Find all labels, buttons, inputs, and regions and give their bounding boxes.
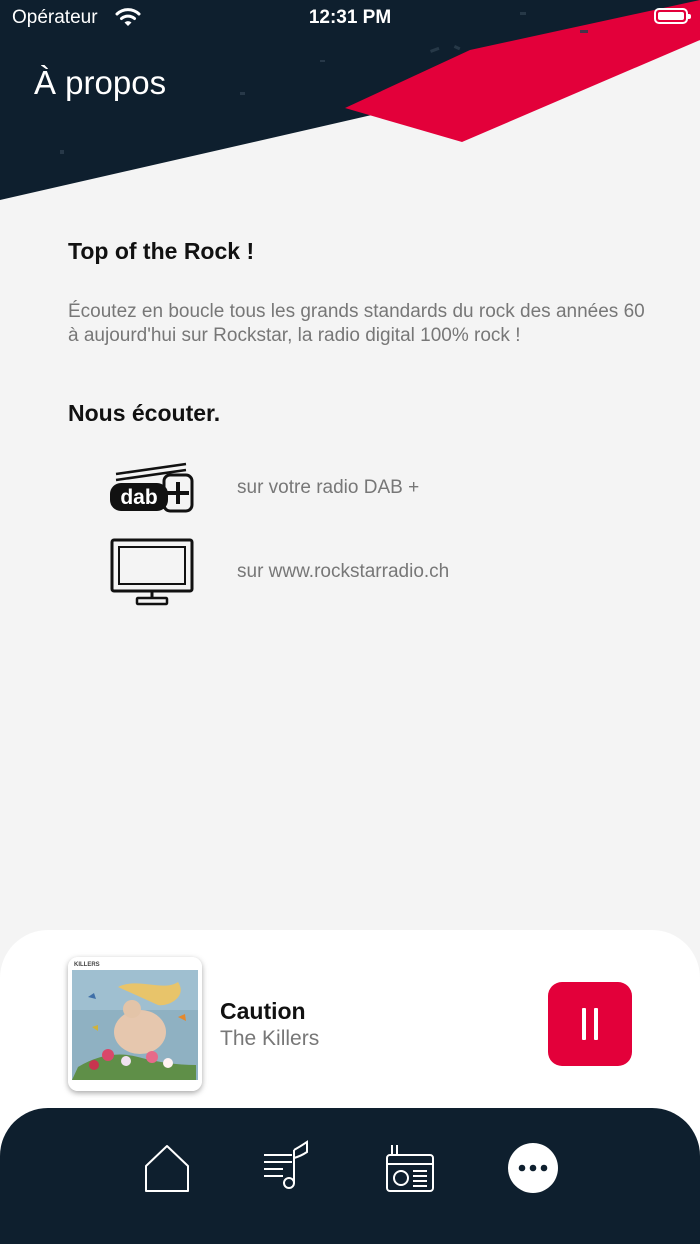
album-cover[interactable]: KILLERS — [68, 957, 202, 1091]
tab-more[interactable] — [498, 1108, 568, 1228]
about-description: Écoutez en boucle tous les grands standa… — [68, 301, 645, 346]
tab-radio[interactable] — [375, 1108, 445, 1228]
music-list-icon — [264, 1140, 308, 1189]
status-bar: Opérateur 12:31 PM — [0, 0, 700, 36]
track-artist: The Killers — [220, 1027, 320, 1050]
clock: 12:31 PM — [308, 7, 392, 28]
tab-music[interactable] — [251, 1108, 321, 1228]
album-art-image: KILLERS — [68, 957, 202, 1091]
tab-bar — [0, 1108, 700, 1244]
listen-dab-label: sur votre radio DAB + — [237, 477, 420, 498]
radio-icon — [386, 1145, 434, 1192]
about-heading: Top of the Rock ! — [68, 238, 255, 264]
more-icon — [508, 1143, 558, 1193]
page-title: À propos — [34, 64, 167, 101]
pause-icon — [582, 1008, 586, 1040]
album-band-text: KILLERS — [74, 962, 100, 968]
listen-heading: Nous écouter. — [68, 400, 221, 426]
listen-item-dab: dab sur votre radio DAB + — [108, 453, 628, 523]
listen-web-label: sur www.rockstarradio.ch — [237, 561, 450, 582]
tv-icon — [110, 538, 194, 606]
battery-icon — [654, 8, 691, 24]
pause-button[interactable] — [548, 982, 632, 1066]
tab-home[interactable] — [132, 1108, 202, 1228]
dab-radio-icon: dab — [110, 462, 194, 513]
pause-icon-bar — [594, 1008, 598, 1040]
track-title: Caution — [220, 998, 306, 1024]
dab-logo-text: dab — [120, 486, 157, 509]
listen-item-web: sur www.rockstarradio.ch — [108, 537, 628, 607]
home-icon — [145, 1145, 189, 1192]
